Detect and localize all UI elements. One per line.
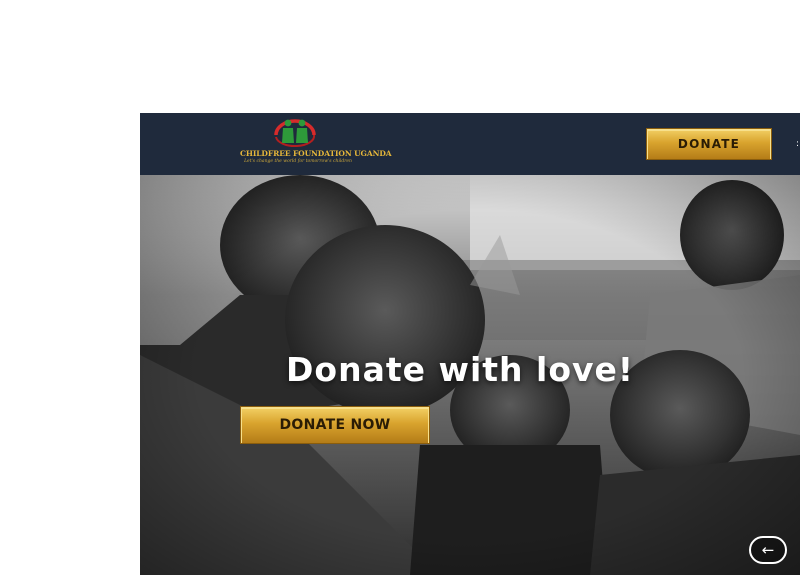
hero-title: Donate with love!	[286, 350, 634, 389]
header-donate-button[interactable]: DONATE	[646, 128, 772, 160]
donate-now-button[interactable]: DONATE NOW	[240, 406, 430, 444]
foundation-logo-icon	[274, 119, 316, 148]
site-header: CHILDFREE FOUNDATION UGANDA Let's change…	[140, 113, 800, 175]
hero-section: Donate with love! DONATE NOW ←	[140, 175, 800, 575]
logo-name: CHILDFREE FOUNDATION UGANDA	[240, 149, 392, 158]
arrow-left-icon: ←	[761, 541, 775, 559]
back-button[interactable]: ←	[749, 536, 787, 564]
logo-tagline: Let's change the world for tomorrow's ch…	[244, 159, 352, 164]
site-logo[interactable]: CHILDFREE FOUNDATION UGANDA Let's change…	[240, 115, 392, 171]
menu-edge-icon[interactable]: :	[796, 139, 800, 149]
website-frame: CHILDFREE FOUNDATION UGANDA Let's change…	[140, 113, 800, 575]
